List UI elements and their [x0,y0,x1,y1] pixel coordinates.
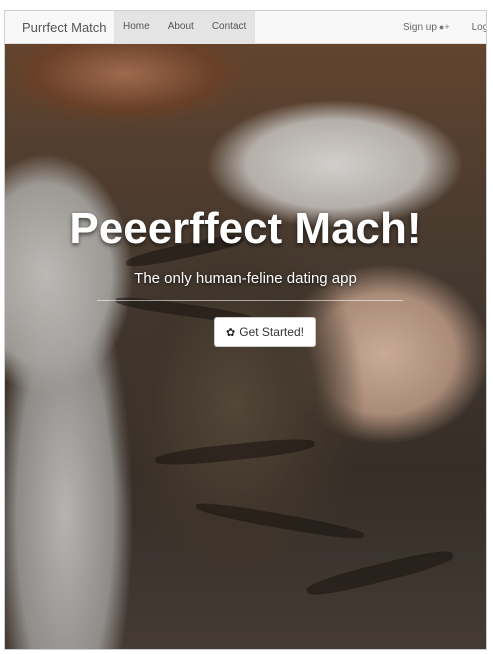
signup-link[interactable]: Sign up ●+ [403,11,450,44]
hero-title: Peeerffect Mach! [69,204,422,253]
paw-icon: ✿ [226,326,236,339]
hero-divider [97,300,403,301]
get-started-button[interactable]: ✿ Get Started! [214,317,316,347]
login-label: Login [471,22,486,33]
brand-link[interactable]: Purrfect Match [22,11,107,44]
nav-auth: Sign up●+ Login➔ [403,11,486,44]
nav-about[interactable]: About [159,11,203,43]
get-started-label: Get Started! [239,325,304,339]
add-user-icon: ●+ [438,22,450,32]
hero-subtitle: The only human-feline dating app [134,270,357,287]
hero-section: Peeerffect Mach! The only human-feline d… [5,44,486,649]
browser-viewport: Purrfect Match Home About Contact Sign u… [4,10,487,650]
nav-contact[interactable]: Contact [203,11,255,43]
login-link[interactable]: Login➔ [471,11,486,44]
nav-links: Home About Contact [114,11,256,43]
signup-label: Sign up [403,22,437,33]
nav-home[interactable]: Home [114,11,159,43]
navbar: Purrfect Match Home About Contact Sign u… [5,11,486,44]
hero-overlay [5,44,486,649]
